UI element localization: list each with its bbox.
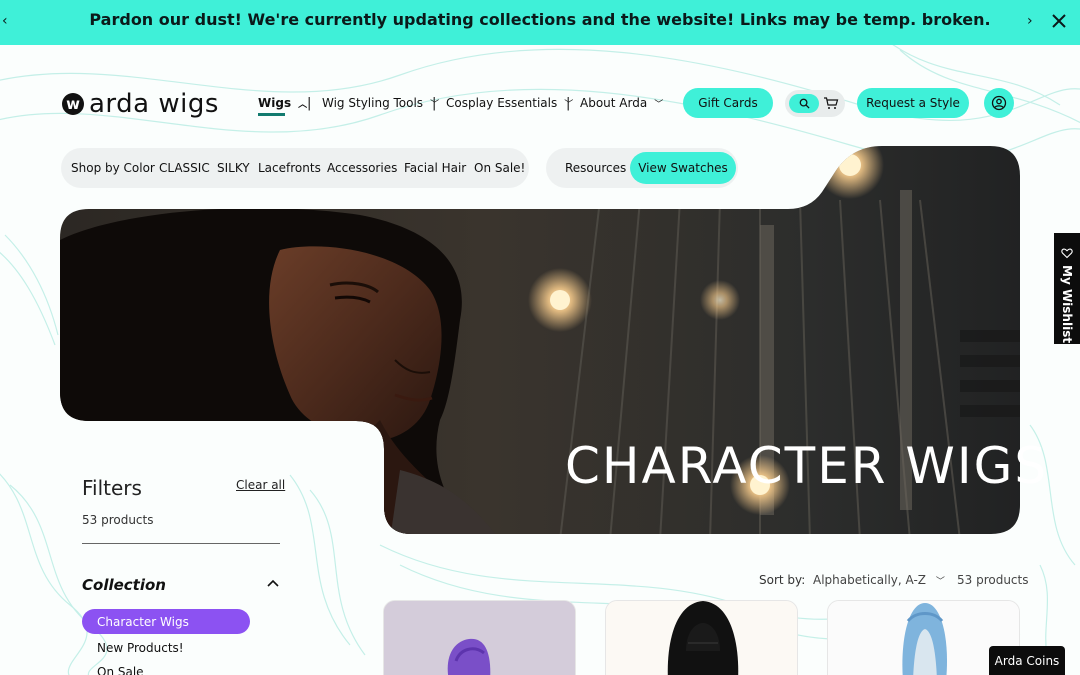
- heart-icon: [1061, 248, 1073, 259]
- product-card[interactable]: [605, 600, 798, 675]
- request-a-style-button[interactable]: Request a Style: [857, 88, 969, 118]
- sub-nav-secondary: Resources View Swatches: [546, 148, 738, 188]
- subnav-item-accessories[interactable]: Accessories: [327, 161, 397, 175]
- nav-item-label: Cosplay Essentials: [446, 96, 558, 110]
- product-card[interactable]: [383, 600, 576, 675]
- close-icon[interactable]: [1050, 11, 1068, 31]
- wishlist-tab[interactable]: My Wishlist: [1054, 233, 1080, 344]
- filter-divider: [82, 543, 280, 544]
- arda-coins-button[interactable]: Arda Coins: [989, 646, 1065, 675]
- nav-item-wig-styling-tools[interactable]: Wig Styling Tools ﹀: [322, 96, 439, 110]
- resources-link[interactable]: Resources: [565, 161, 626, 175]
- sort-select-value: Alphabetically, A-Z: [813, 573, 927, 587]
- active-nav-underline: [258, 113, 285, 116]
- logo-mark-icon: w: [62, 93, 84, 115]
- nav-item-cosplay-essentials[interactable]: Cosplay Essentials ﹀: [446, 96, 573, 110]
- subnav-item-facial-hair[interactable]: Facial Hair: [404, 161, 466, 175]
- account-button[interactable]: [984, 88, 1014, 118]
- chevron-down-icon: ﹀: [654, 99, 664, 110]
- brand-name: arda wigs: [89, 89, 219, 119]
- wishlist-label: My Wishlist: [1060, 265, 1074, 344]
- collection-item-new-products[interactable]: New Products!: [97, 641, 184, 655]
- sort-by-label: Sort by:: [759, 573, 806, 587]
- hero-title: CHARACTER WIGS: [565, 437, 1049, 495]
- brand-logo[interactable]: w arda wigs: [62, 89, 219, 119]
- user-icon: [991, 95, 1007, 111]
- chevron-up-icon[interactable]: [266, 578, 280, 588]
- chevron-down-icon: ﹀: [935, 577, 945, 587]
- subnav-item-lacefronts[interactable]: Lacefronts: [258, 161, 321, 175]
- product-count: 53 products: [957, 573, 1029, 587]
- search-cart-group: [785, 90, 845, 117]
- nav-item-about-arda[interactable]: About Arda ﹀: [580, 96, 663, 110]
- view-swatches-button[interactable]: View Swatches: [630, 152, 736, 184]
- announcement-bar: ‹ Pardon our dust! We're currently updat…: [0, 0, 1080, 45]
- collection-item-character-wigs[interactable]: Character Wigs: [97, 615, 189, 629]
- filter-product-count: 53 products: [82, 513, 154, 527]
- collection-item-on-sale[interactable]: On Sale: [97, 665, 144, 675]
- chevron-up-icon: ︿: [298, 99, 308, 110]
- chevron-right-icon[interactable]: ›: [1027, 13, 1033, 29]
- nav-item-label: Wigs: [258, 96, 292, 110]
- filters-title: Filters: [82, 476, 142, 500]
- sort-select[interactable]: Alphabetically, A-Z ﹀: [813, 573, 945, 587]
- nav-separator: |: [566, 96, 571, 111]
- subnav-item-shop-by-color[interactable]: Shop by Color: [71, 161, 155, 175]
- product-image: [384, 601, 575, 675]
- nav-separator: |: [432, 96, 437, 111]
- product-image: [606, 601, 797, 675]
- gift-cards-button[interactable]: Gift Cards: [683, 88, 773, 118]
- nav-item-wigs[interactable]: Wigs ︿: [258, 96, 307, 110]
- nav-item-label: Wig Styling Tools: [322, 96, 424, 110]
- nav-separator: |: [307, 96, 312, 111]
- search-button[interactable]: [789, 94, 819, 113]
- search-icon: [799, 98, 810, 109]
- subnav-item-silky[interactable]: SILKY: [217, 161, 250, 175]
- announcement-text: Pardon our dust! We're currently updatin…: [89, 10, 991, 29]
- subnav-item-classic[interactable]: CLASSIC: [159, 161, 210, 175]
- cart-icon[interactable]: [823, 95, 839, 111]
- collection-filter-title[interactable]: Collection: [82, 576, 166, 594]
- sub-nav: Shop by Color CLASSIC SILKY Lacefronts A…: [61, 148, 529, 188]
- subnav-item-on-sale[interactable]: On Sale!: [474, 161, 525, 175]
- clear-all-link[interactable]: Clear all: [236, 478, 285, 492]
- nav-item-label: About Arda: [580, 96, 648, 110]
